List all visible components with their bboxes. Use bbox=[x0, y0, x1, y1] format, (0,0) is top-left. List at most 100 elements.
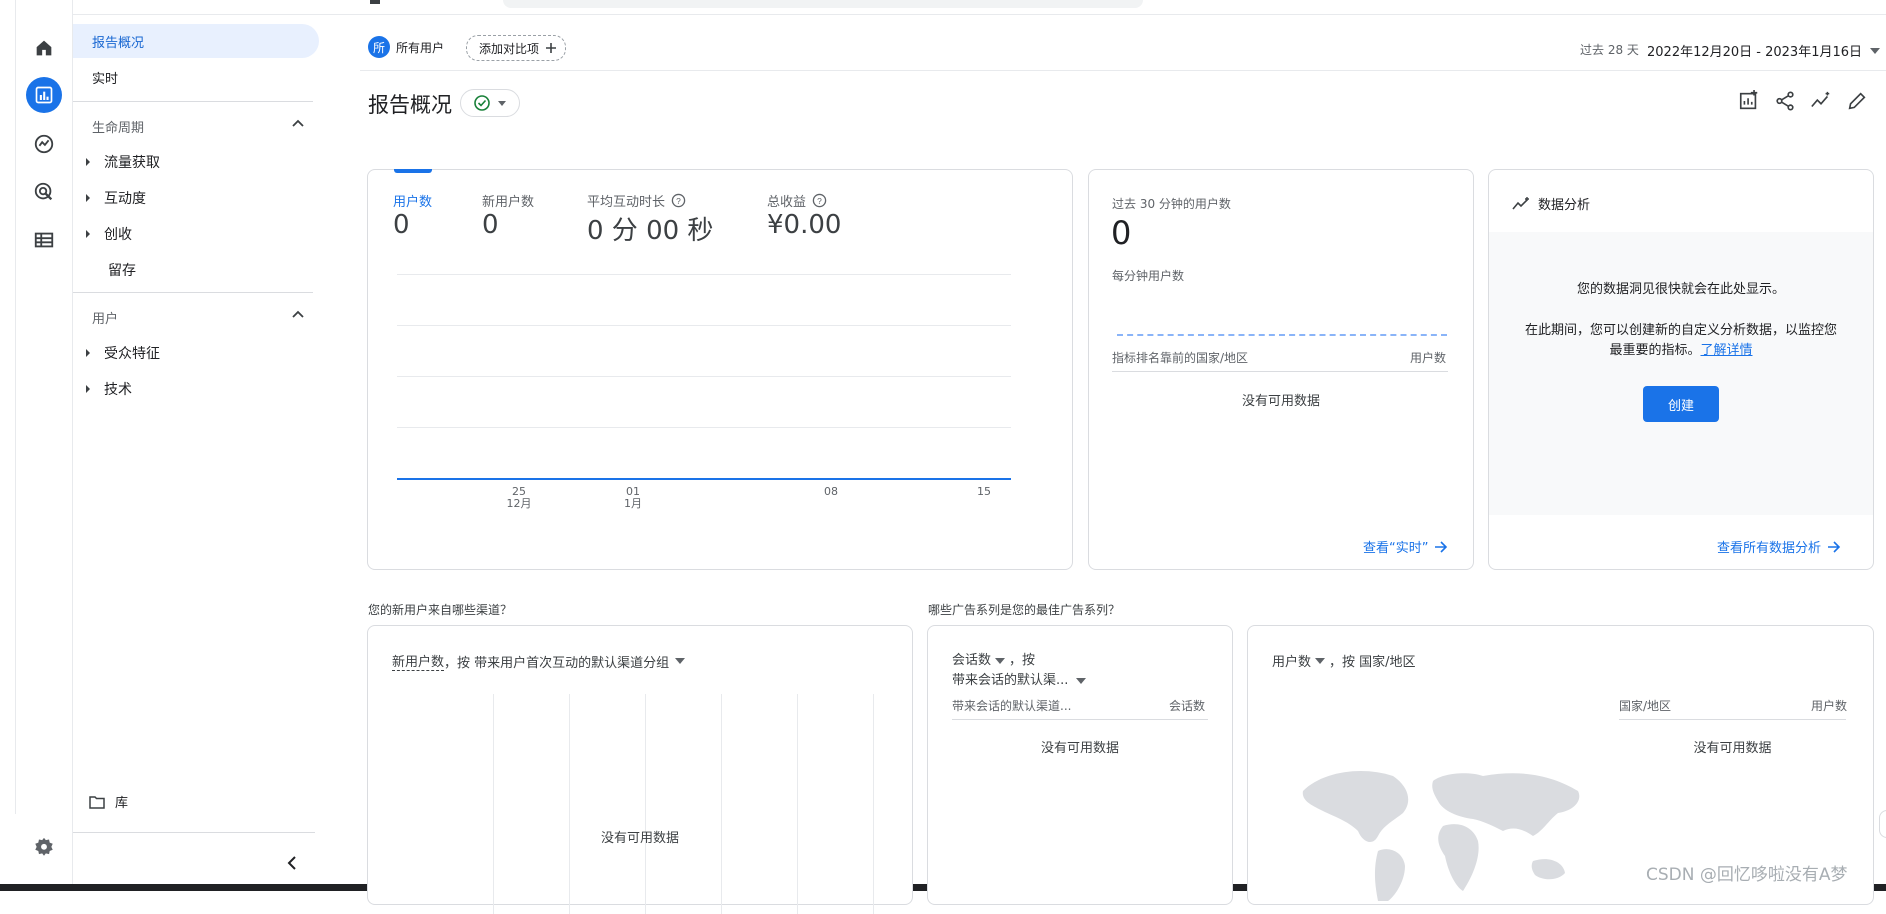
world-map bbox=[1302, 771, 1580, 901]
nav-library[interactable]: 库 bbox=[89, 792, 128, 811]
chart-gridline bbox=[397, 427, 1011, 428]
insights-sparkline-icon[interactable] bbox=[1810, 90, 1832, 112]
dimension-selector[interactable]: 带来会话的默认渠... bbox=[952, 671, 1068, 691]
home-icon[interactable] bbox=[30, 34, 58, 62]
help-icon[interactable]: ? bbox=[671, 193, 686, 208]
insights-description-line: 最重要的指标。了解详情 bbox=[1489, 341, 1873, 361]
date-range-picker[interactable]: 2022年12月20日 - 2023年1月16日 bbox=[1647, 41, 1881, 60]
caret-down-icon bbox=[675, 658, 686, 664]
new-users-channel-card: 新用户数 ，按 带来用户首次互动的默认渠道分组 没有可用数据 bbox=[367, 625, 913, 914]
x-tick: 01 1月 bbox=[618, 486, 648, 510]
insights-sparkline-icon bbox=[1512, 196, 1529, 210]
x-tick-day: 15 bbox=[977, 485, 991, 498]
nav-item-demographics[interactable]: 受众特征 bbox=[86, 343, 160, 363]
nav-divider bbox=[73, 832, 315, 833]
insights-header: 数据分析 bbox=[1512, 194, 1590, 213]
view-all-insights-link[interactable]: 查看所有数据分析 bbox=[1717, 537, 1841, 556]
chart-gridline bbox=[873, 694, 874, 914]
metric-selector[interactable]: 会话数 bbox=[952, 651, 991, 671]
col-sessions-header: 会话数 bbox=[1169, 699, 1206, 713]
create-insight-button[interactable]: 创建 bbox=[1643, 386, 1719, 422]
expand-triangle-icon bbox=[86, 349, 90, 357]
nav-item-tech[interactable]: 技术 bbox=[86, 379, 132, 399]
nav-item-label: 流量获取 bbox=[104, 155, 160, 171]
folder-icon bbox=[89, 795, 105, 809]
chart-gridline bbox=[493, 694, 494, 914]
scroll-handle[interactable] bbox=[1879, 810, 1886, 838]
insights-description: 在此期间，您可以创建新的自定义分析数据，以监控您 最重要的指标。了解详情 bbox=[1489, 321, 1873, 361]
col-country-header: 国家/地区 bbox=[1619, 699, 1672, 713]
insights-description-text: 最重要的指标。 bbox=[1609, 343, 1701, 358]
collapse-chevron-left-icon[interactable] bbox=[285, 854, 299, 872]
nav-section-lifecycle: 生命周期 bbox=[92, 121, 145, 136]
metric-revenue-tab[interactable]: 总收益 ? bbox=[767, 191, 827, 210]
nav-realtime[interactable]: 实时 bbox=[73, 60, 118, 94]
nav-item-label: 创收 bbox=[104, 227, 132, 243]
chevron-up-icon[interactable] bbox=[291, 118, 305, 128]
nav-realtime-label: 实时 bbox=[92, 71, 119, 87]
audience-chip[interactable]: 所 所有用户 bbox=[368, 35, 444, 59]
metric-engagement-time-tab[interactable]: 平均互动时长 ? bbox=[587, 191, 686, 210]
insights-body bbox=[1489, 232, 1873, 515]
x-tick: 08 bbox=[816, 486, 846, 498]
window-edge bbox=[0, 0, 16, 814]
configure-icon[interactable] bbox=[30, 226, 58, 254]
metric-label: 平均互动时长 bbox=[587, 195, 666, 210]
by-label: ，按 bbox=[1009, 653, 1036, 668]
nav-item-retention[interactable]: 留存 bbox=[108, 260, 136, 280]
chevron-up-icon[interactable] bbox=[291, 309, 305, 319]
nav-item-engagement[interactable]: 互动度 bbox=[86, 188, 146, 208]
settings-gear-icon[interactable] bbox=[30, 833, 58, 861]
metric-new-users-tab[interactable]: 新用户数 bbox=[482, 191, 534, 210]
edit-pencil-icon[interactable] bbox=[1846, 90, 1868, 112]
per-minute-bars bbox=[1117, 334, 1447, 336]
col-users-header: 用户数 bbox=[1410, 351, 1447, 365]
plus-icon bbox=[546, 43, 557, 53]
filter-divider bbox=[360, 70, 1886, 71]
metric-label: 新用户数 bbox=[482, 195, 535, 210]
country-card-title[interactable]: 用户数 ，按 国家/地区 bbox=[1272, 651, 1416, 670]
explore-icon[interactable] bbox=[30, 130, 58, 158]
learn-more-link[interactable]: 了解详情 bbox=[1701, 343, 1753, 358]
metric-value: 0 bbox=[482, 210, 499, 240]
x-tick: 15 bbox=[969, 486, 999, 498]
nav-item-monetization[interactable]: 创收 bbox=[86, 224, 132, 244]
report-nav: 报告概况 实时 生命周期 流量获取 互动度 创收 留存 用户 受众特征 技术 库 bbox=[73, 14, 319, 891]
sessions-card-title[interactable]: 会话数 ，按 带来会话的默认渠... bbox=[952, 651, 1087, 691]
nav-overview[interactable]: 报告概况 bbox=[73, 24, 319, 58]
caret-down-icon bbox=[1870, 47, 1881, 54]
add-comparison-button[interactable]: 添加对比项 bbox=[466, 35, 567, 61]
advertising-icon[interactable] bbox=[30, 178, 58, 206]
report-status-button[interactable] bbox=[460, 89, 520, 117]
metric-value: 0 bbox=[393, 210, 410, 240]
expand-triangle-icon bbox=[86, 194, 90, 202]
nav-item-acquisition[interactable]: 流量获取 bbox=[86, 152, 160, 172]
view-realtime-link[interactable]: 查看“实时” bbox=[1363, 537, 1448, 556]
new-users-card-title[interactable]: 新用户数 ，按 带来用户首次互动的默认渠道分组 bbox=[392, 651, 686, 671]
metric-label: 总收益 bbox=[767, 195, 807, 210]
all-users-label: 所有用户 bbox=[396, 40, 445, 55]
nav-item-label: 互动度 bbox=[104, 191, 146, 207]
col-users-header: 用户数 bbox=[1811, 699, 1848, 713]
add-comparison-label: 添加对比项 bbox=[479, 41, 540, 56]
metric-selector[interactable]: 新用户数 bbox=[392, 651, 445, 671]
metric-users-tab[interactable]: 用户数 bbox=[393, 191, 432, 210]
chart-gridline bbox=[397, 376, 1011, 377]
customize-report-icon[interactable] bbox=[1738, 90, 1760, 112]
arrow-right-icon bbox=[1828, 540, 1841, 553]
no-data-message: 没有可用数据 bbox=[600, 831, 679, 846]
dimension-label: ，按 国家/地区 bbox=[1329, 655, 1416, 670]
table-divider bbox=[1619, 719, 1846, 720]
nav-item-label: 受众特征 bbox=[104, 346, 160, 362]
metric-selector[interactable]: 用户数 bbox=[1272, 651, 1311, 670]
search-bar[interactable] bbox=[503, 0, 1143, 8]
insights-title: 数据分析 bbox=[1538, 198, 1591, 213]
nav-divider bbox=[73, 101, 313, 102]
svg-text:?: ? bbox=[676, 196, 681, 206]
x-tick: 25 12月 bbox=[504, 486, 534, 510]
metric-value: ¥0.00 bbox=[767, 210, 842, 240]
sessions-card: 会话数 ，按 带来会话的默认渠... 带来会话的默认渠道... 会话数 没有可用数… bbox=[927, 625, 1233, 905]
reports-icon[interactable] bbox=[26, 77, 62, 113]
help-icon[interactable]: ? bbox=[812, 193, 827, 208]
share-icon[interactable] bbox=[1774, 90, 1796, 112]
